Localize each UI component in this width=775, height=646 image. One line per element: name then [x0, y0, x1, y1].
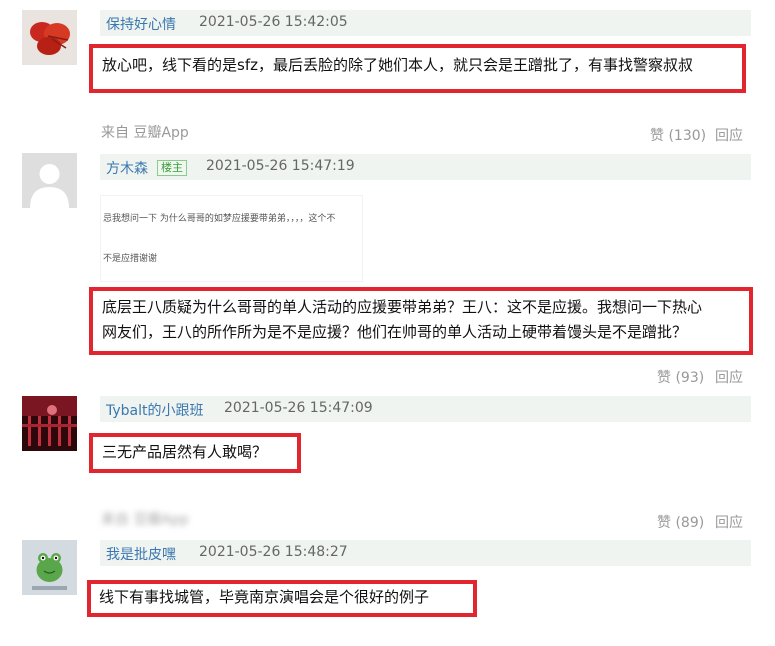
comment-text: 线下有事找城管，毕竟南京演唱会是个很好的例子 — [99, 588, 430, 606]
comment-username[interactable]: 方木森 — [106, 158, 148, 178]
comment-source: 来自 豆瓣App — [101, 512, 189, 528]
avatar[interactable] — [22, 396, 77, 451]
comment-username[interactable]: Tybalt的小跟班 — [106, 400, 204, 420]
comment-meta-bar — [100, 10, 751, 36]
comment-text-line: 网友们，王八的所作所为是不是应援？他们在帅哥的单人活动上硬带着馒头是不是蹭批？ — [102, 323, 688, 341]
red-knot-avatar-icon — [22, 10, 77, 65]
like-button[interactable]: 赞 (89) — [657, 512, 704, 532]
red-stage-avatar-icon — [22, 396, 77, 451]
avatar[interactable] — [22, 10, 77, 65]
avatar[interactable] — [22, 540, 77, 595]
embedded-text-line: 不是应措谢谢 — [103, 254, 158, 264]
like-button[interactable]: 赞 (93) — [657, 367, 704, 387]
comment-timestamp: 2021-05-26 15:48:27 — [199, 544, 348, 560]
comment-username[interactable]: 保持好心情 — [106, 14, 176, 34]
like-button[interactable]: 赞 (130) — [650, 125, 706, 145]
comment-text: 三无产品居然有人敢喝？ — [102, 443, 268, 461]
comment-timestamp: 2021-05-26 15:47:09 — [224, 400, 373, 416]
comment-meta-bar — [100, 540, 751, 566]
frog-avatar-icon — [22, 540, 77, 595]
embedded-text-line: 忌我想问一下 为什么哥哥的如梦应援要带弟弟，，，，这个不 — [103, 214, 336, 224]
comment-text-line: 底层王八质疑为什么哥哥的单人活动的应援要带弟弟？王八：这不是应援。我想问一下热心 — [102, 298, 703, 316]
comment-timestamp: 2021-05-26 15:47:19 — [206, 158, 355, 174]
op-badge: 楼主 — [157, 160, 187, 176]
embedded-screenshot[interactable]: 忌我想问一下 为什么哥哥的如梦应援要带弟弟，，，，这个不 不是应措谢谢 — [100, 195, 363, 282]
reply-button[interactable]: 回应 — [715, 367, 743, 387]
reply-button[interactable]: 回应 — [715, 512, 743, 532]
default-user-avatar-icon — [22, 153, 77, 208]
comment-username[interactable]: 我是批皮嘿 — [106, 544, 176, 564]
comment-text: 放心吧，线下看的是sfz，最后丢脸的除了她们本人，就只会是王蹭批了，有事找警察叔… — [102, 56, 693, 74]
comment-timestamp: 2021-05-26 15:42:05 — [199, 14, 348, 30]
comment-meta-bar — [100, 154, 751, 180]
avatar[interactable] — [22, 153, 77, 208]
comment-source: 来自 豆瓣App — [101, 125, 189, 141]
reply-button[interactable]: 回应 — [715, 125, 743, 145]
